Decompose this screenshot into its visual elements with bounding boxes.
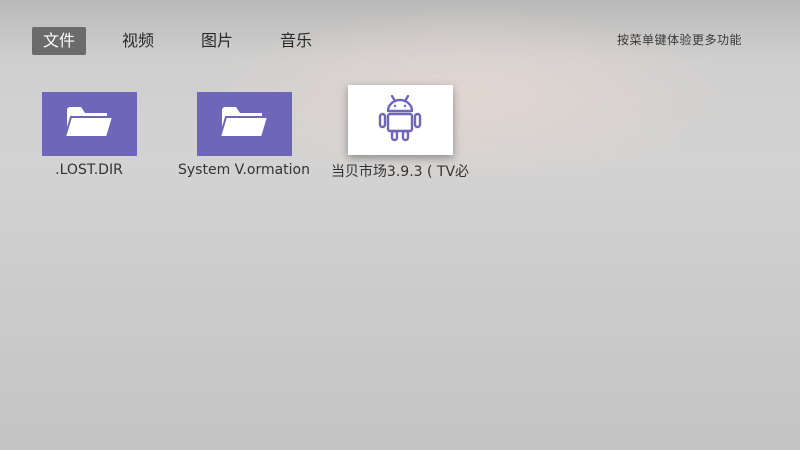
file-item-lost-dir[interactable]: .LOST.DIR bbox=[9, 92, 169, 178]
category-tabs: 文件 视频 图片 音乐 bbox=[32, 27, 348, 55]
tab-videos[interactable]: 视频 bbox=[111, 27, 165, 55]
android-icon bbox=[376, 93, 424, 147]
folder-thumb bbox=[196, 92, 292, 156]
file-item-system-volume-information[interactable]: System V.ormation bbox=[164, 92, 324, 178]
file-name: System V.ormation bbox=[178, 162, 310, 178]
folder-icon bbox=[218, 103, 270, 145]
file-name: .LOST.DIR bbox=[55, 162, 123, 178]
tab-music[interactable]: 音乐 bbox=[269, 27, 323, 55]
apk-thumb bbox=[347, 85, 453, 155]
tab-pictures[interactable]: 图片 bbox=[190, 27, 244, 55]
folder-thumb bbox=[41, 92, 137, 156]
folder-icon bbox=[63, 103, 115, 145]
file-item-dangbei-apk[interactable]: 当贝市场3.9.3 ( TV必 bbox=[320, 85, 480, 181]
tab-files[interactable]: 文件 bbox=[32, 27, 87, 55]
menu-hint: 按菜单键体验更多功能 bbox=[616, 33, 742, 47]
file-name: 当贝市场3.9.3 ( TV必 bbox=[330, 164, 470, 180]
